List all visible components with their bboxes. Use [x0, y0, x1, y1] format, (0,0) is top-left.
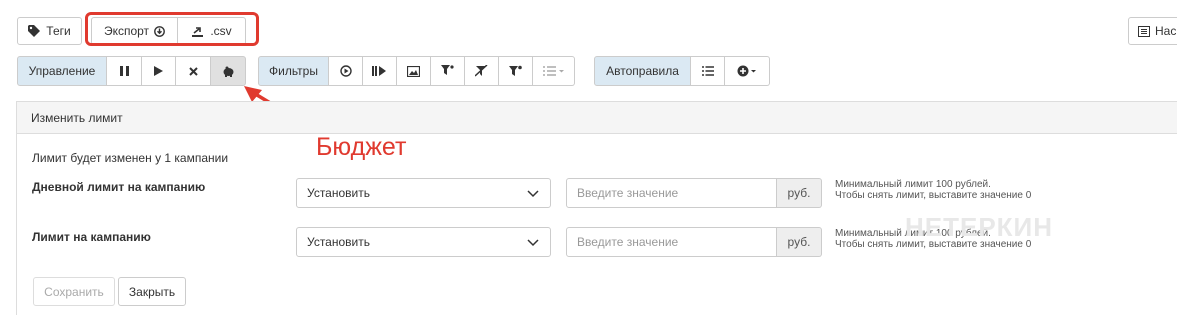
list-icon: [701, 66, 714, 76]
tags-button[interactable]: Теги: [17, 17, 82, 45]
play-circle-icon: [339, 65, 352, 77]
close-button[interactable]: Закрыть: [118, 277, 186, 306]
filter-settings-icon: [509, 65, 522, 77]
export-highlight-box: [85, 12, 259, 46]
play-next-icon: [372, 66, 387, 76]
chevron-down-icon: [527, 236, 539, 248]
close-icon: [188, 66, 198, 76]
campaign-limit-currency: руб.: [777, 227, 822, 257]
campaign-limit-select[interactable]: Установить: [296, 227, 551, 257]
daily-limit-hint: Минимальный лимит 100 рублей. Чтобы снят…: [835, 179, 1031, 201]
daily-limit-select[interactable]: Установить: [296, 178, 551, 208]
autorules-list-button[interactable]: [691, 56, 725, 86]
filter-clear-icon: [475, 65, 488, 77]
filter-list-dropdown[interactable]: [533, 56, 575, 86]
change-limit-panel: Изменить лимит: [16, 101, 1177, 315]
tag-icon: [28, 25, 41, 37]
panel-title: Изменить лимит: [17, 102, 1177, 134]
daily-limit-input[interactable]: Введите значение: [566, 178, 777, 208]
list-icon: [1138, 25, 1150, 37]
filter-button[interactable]: [431, 56, 465, 86]
daily-limit-hint-line1: Минимальный лимит 100 рублей.: [835, 179, 991, 190]
add-circle-dropdown-icon: [737, 65, 758, 77]
panel-info: Лимит будет изменен у 1 кампании: [32, 151, 229, 165]
settings-label: Нас: [1155, 24, 1177, 38]
campaign-limit-input[interactable]: Введите значение: [566, 227, 777, 257]
filter-clear-button[interactable]: [465, 56, 499, 86]
stop-button[interactable]: [176, 56, 211, 86]
play-icon: [154, 66, 163, 76]
autorules-add-dropdown[interactable]: [725, 56, 770, 86]
manage-group-label: Управление: [17, 56, 107, 86]
filter-next-button[interactable]: [363, 56, 397, 86]
tags-label: Теги: [46, 24, 71, 38]
manage-toolbar: Управление: [17, 56, 246, 86]
pause-icon: [119, 66, 129, 76]
filter-active-button[interactable]: [329, 56, 363, 86]
list-dropdown-icon: [542, 66, 565, 76]
campaign-limit-select-value: Установить: [307, 235, 370, 249]
piggy-bank-icon: [222, 66, 235, 77]
autorules-group-label: Автоправила: [594, 56, 691, 86]
filter-image-button[interactable]: [397, 56, 431, 86]
daily-limit-placeholder: Введите значение: [577, 186, 679, 200]
autorules-toolbar: Автоправила: [594, 56, 770, 86]
save-button[interactable]: Сохранить: [33, 277, 115, 306]
image-icon: [407, 65, 420, 77]
daily-limit-hint-line2: Чтобы снять лимит, выставите значение 0: [835, 190, 1032, 201]
chevron-down-icon: [527, 187, 539, 199]
daily-limit-currency: руб.: [777, 178, 822, 208]
pause-button[interactable]: [107, 56, 142, 86]
play-button[interactable]: [142, 56, 176, 86]
watermark-text: НЕТЕРКИН: [905, 212, 1054, 242]
campaign-limit-placeholder: Введите значение: [577, 235, 679, 249]
daily-limit-select-value: Установить: [307, 186, 370, 200]
filter-settings-button[interactable]: [499, 56, 533, 86]
campaign-limit-label: Лимит на кампанию: [32, 230, 151, 244]
settings-button[interactable]: Нас: [1128, 17, 1177, 45]
daily-limit-label: Дневной лимит на кампанию: [32, 180, 206, 194]
filter-icon: [441, 65, 454, 77]
